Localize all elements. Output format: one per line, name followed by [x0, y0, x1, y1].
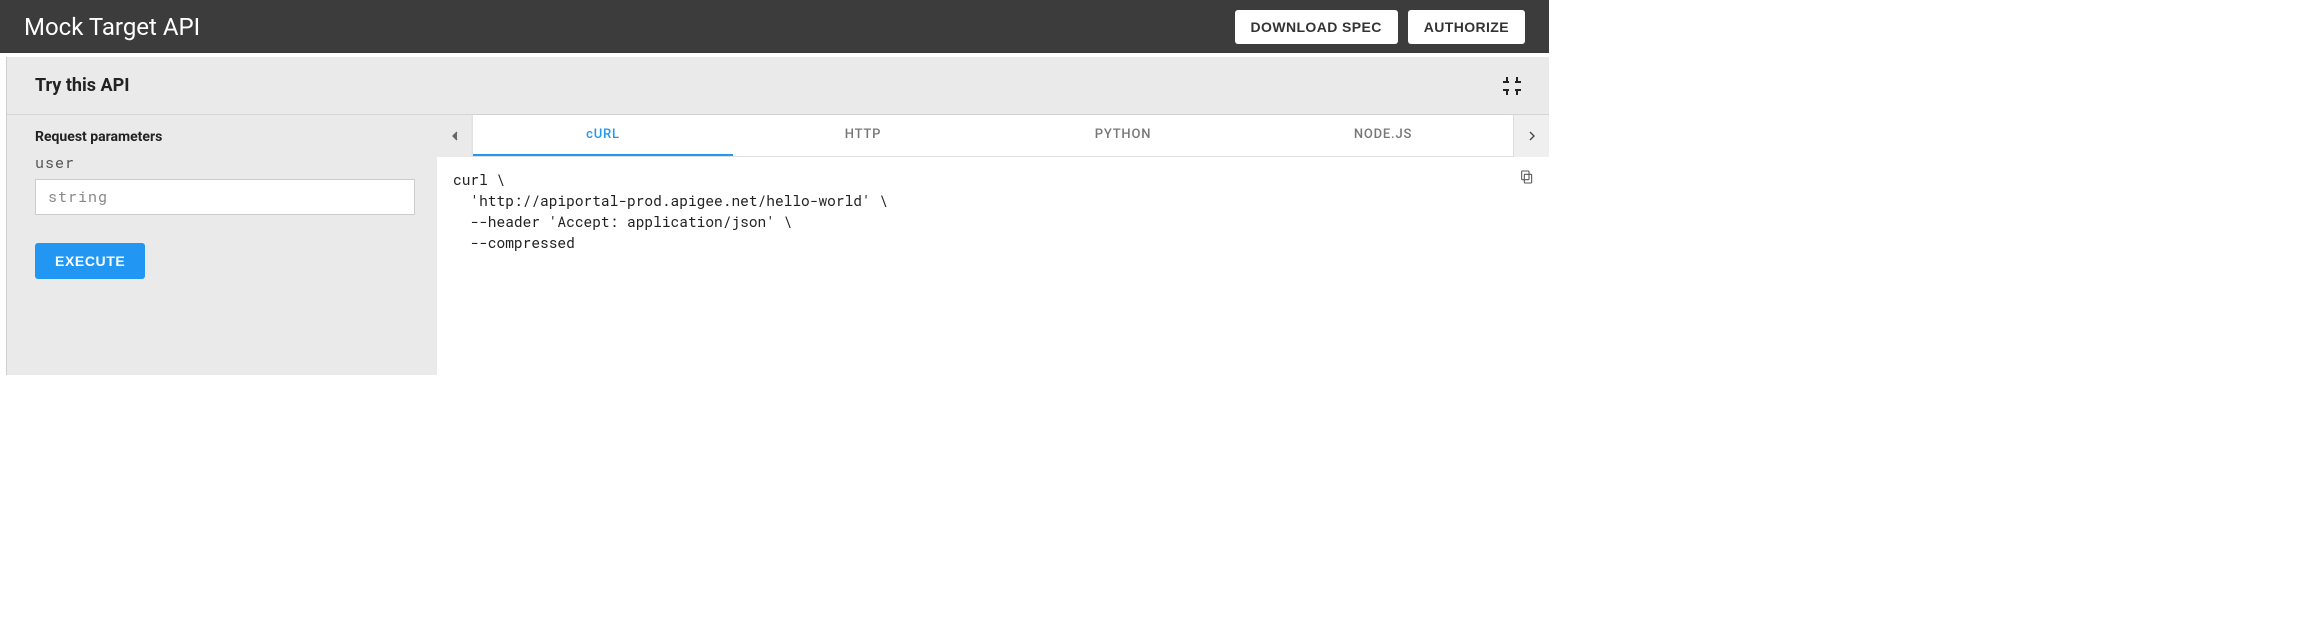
page-title: Mock Target API [24, 13, 200, 41]
chevron-left-icon [447, 128, 463, 144]
param-input-user[interactable] [35, 179, 415, 215]
authorize-button[interactable]: AUTHORIZE [1408, 10, 1525, 44]
chevron-right-icon [1524, 128, 1540, 144]
tab-curl[interactable]: cURL [473, 115, 733, 156]
copy-icon[interactable] [1519, 169, 1535, 185]
code-sample-column: cURL HTTP PYTHON NODE.JS curl \ 'http://… [437, 115, 1549, 375]
tab-nodejs[interactable]: NODE.JS [1253, 115, 1513, 156]
execute-button[interactable]: EXECUTE [35, 243, 145, 279]
request-column: Request parameters user EXECUTE [7, 115, 437, 375]
header-actions: DOWNLOAD SPEC AUTHORIZE [1235, 10, 1525, 44]
tab-http[interactable]: HTTP [733, 115, 993, 156]
app-header: Mock Target API DOWNLOAD SPEC AUTHORIZE [0, 0, 1549, 53]
panel-body: Request parameters user EXECUTE cURL HTT… [7, 115, 1549, 375]
try-api-panel: Try this API Request parameters user EXE… [6, 57, 1549, 375]
collapse-icon[interactable] [1503, 77, 1521, 95]
request-parameters-label: Request parameters [35, 129, 409, 145]
code-tabs-row: cURL HTTP PYTHON NODE.JS [437, 115, 1549, 157]
tabs-scroll-left-button[interactable] [437, 115, 473, 157]
panel-title: Try this API [35, 75, 129, 96]
download-spec-button[interactable]: DOWNLOAD SPEC [1235, 10, 1398, 44]
panel-header: Try this API [7, 57, 1549, 115]
tab-python[interactable]: PYTHON [993, 115, 1253, 156]
param-name-user: user [35, 153, 409, 173]
tabs-scroll-right-button[interactable] [1513, 115, 1549, 157]
code-tabs: cURL HTTP PYTHON NODE.JS [473, 115, 1513, 157]
code-snippet-area: curl \ 'http://apiportal-prod.apigee.net… [437, 157, 1549, 375]
code-snippet[interactable]: curl \ 'http://apiportal-prod.apigee.net… [453, 169, 1533, 253]
